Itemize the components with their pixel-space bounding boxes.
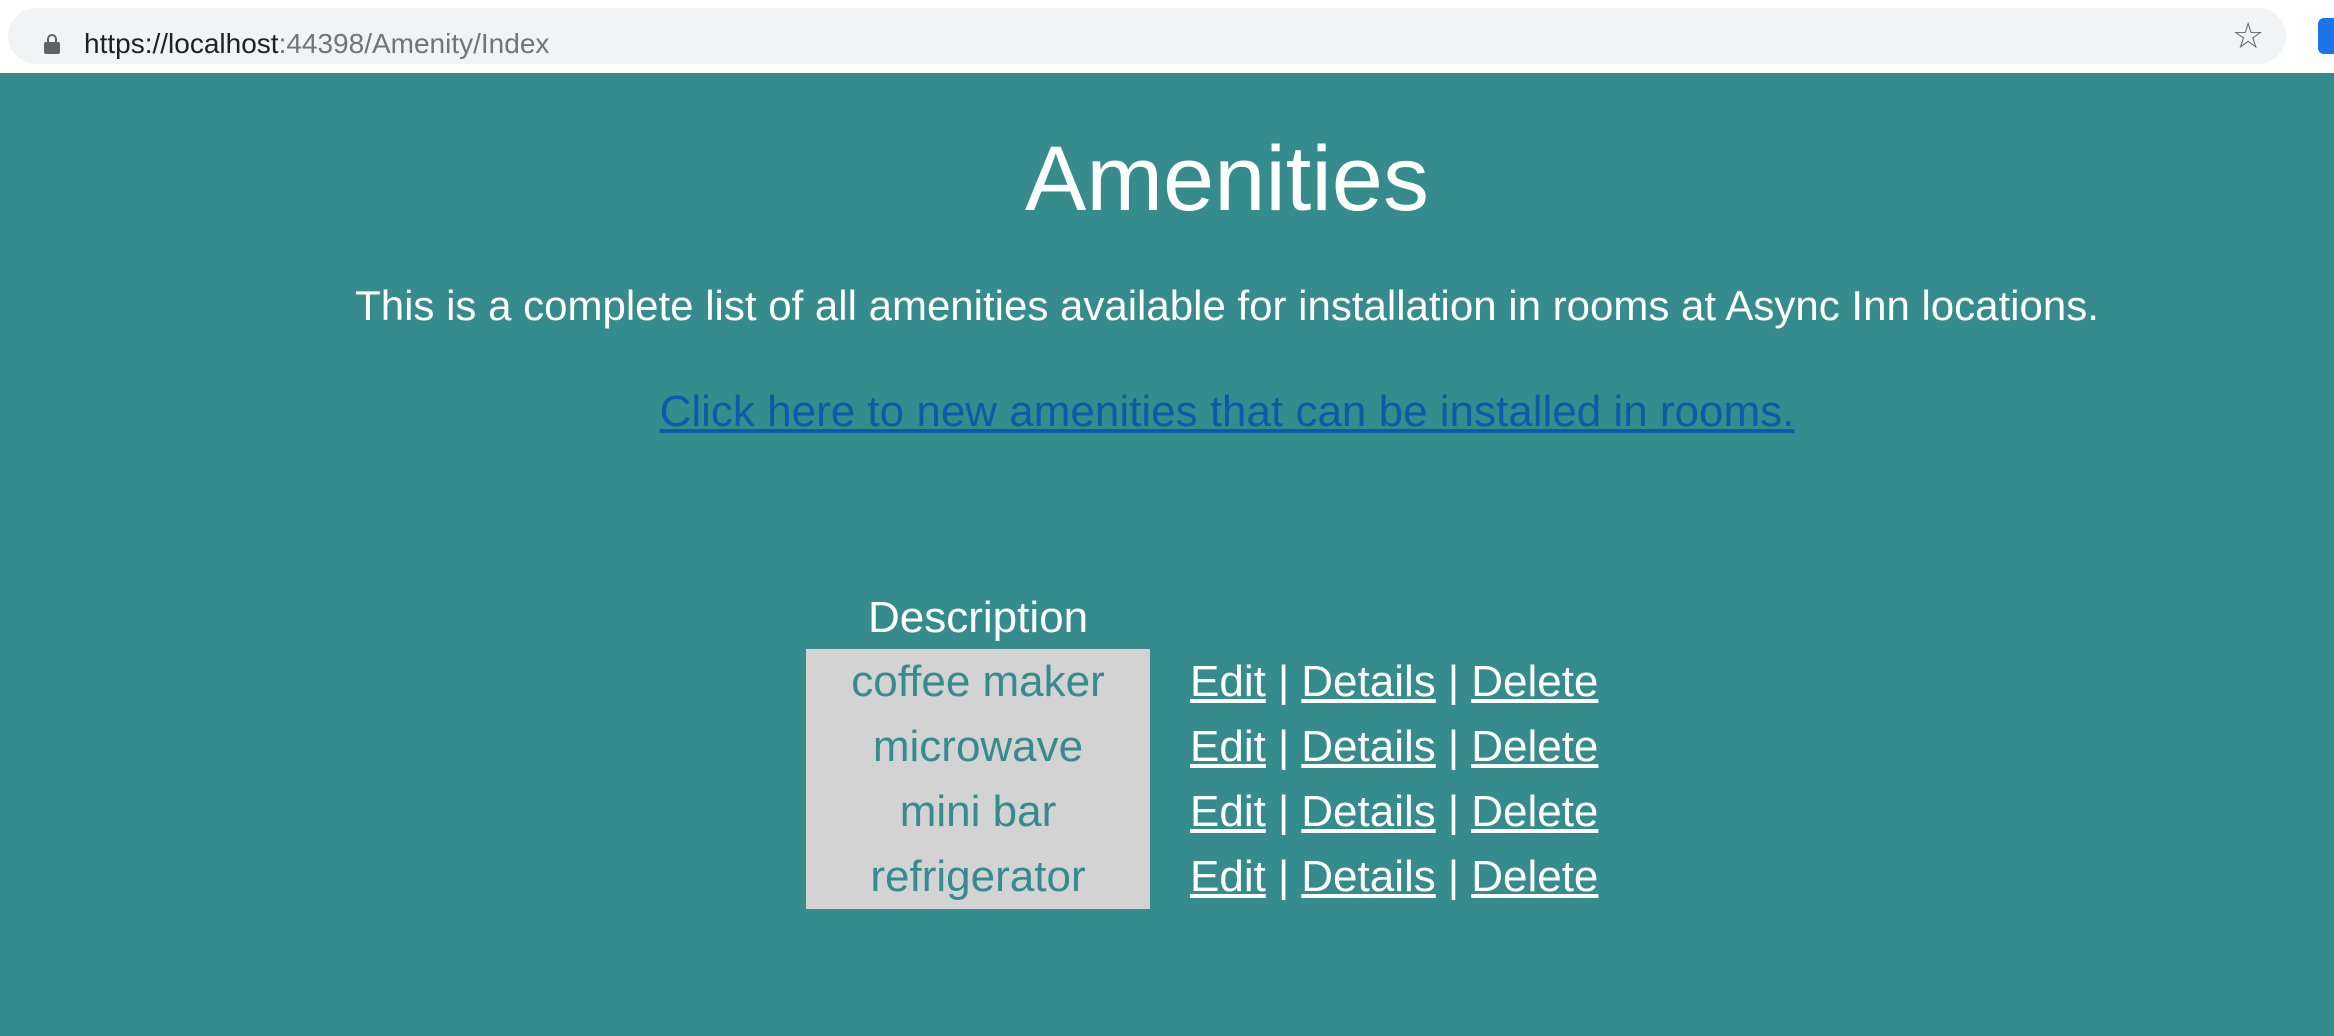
edit-link[interactable]: Edit <box>1190 787 1266 836</box>
edit-link[interactable]: Edit <box>1190 722 1266 771</box>
address-bar[interactable]: https://localhost:44398/Amenity/Index <box>8 8 2286 64</box>
address-url[interactable]: https://localhost:44398/Amenity/Index <box>84 28 549 60</box>
actions-cell: Edit | Details | Delete <box>1150 779 1598 844</box>
delete-link[interactable]: Delete <box>1471 852 1598 901</box>
create-amenity-link-wrapper: Click here to new amenities that can be … <box>0 385 2334 439</box>
separator: | <box>1277 721 1290 771</box>
amenities-table: Description coffee maker Edit | Details | De… <box>806 587 1598 909</box>
description-cell: coffee maker <box>806 649 1150 714</box>
details-link[interactable]: Details <box>1301 722 1436 771</box>
browser-toolbar: https://localhost:44398/Amenity/Index ☆ <box>0 0 2334 73</box>
actions-column-header <box>1150 587 1598 649</box>
separator: | <box>1447 786 1460 836</box>
table-row: mini bar Edit | Details | Delete <box>806 779 1598 844</box>
delete-link[interactable]: Delete <box>1471 657 1598 706</box>
separator: | <box>1447 721 1460 771</box>
details-link[interactable]: Details <box>1301 787 1436 836</box>
description-cell: mini bar <box>806 779 1150 844</box>
extension-icon[interactable] <box>2318 18 2334 54</box>
edit-link[interactable]: Edit <box>1190 657 1266 706</box>
details-link[interactable]: Details <box>1301 657 1436 706</box>
separator: | <box>1277 656 1290 706</box>
table-row: coffee maker Edit | Details | Delete <box>806 649 1598 714</box>
actions-cell: Edit | Details | Delete <box>1150 714 1598 779</box>
separator: | <box>1447 851 1460 901</box>
actions-cell: Edit | Details | Delete <box>1150 649 1598 714</box>
separator: | <box>1447 656 1460 706</box>
intro-text: This is a complete list of all amenities… <box>355 282 2099 329</box>
separator: | <box>1277 786 1290 836</box>
separator: | <box>1277 851 1290 901</box>
details-link[interactable]: Details <box>1301 852 1436 901</box>
description-cell: refrigerator <box>806 844 1150 909</box>
description-column-header: Description <box>867 593 1089 642</box>
edit-link[interactable]: Edit <box>1190 852 1266 901</box>
create-amenity-link[interactable]: Click here to new amenities that can be … <box>660 387 1795 436</box>
table-row: refrigerator Edit | Details | Delete <box>806 844 1598 909</box>
url-path: :44398/Amenity/Index <box>278 28 550 59</box>
lock-icon[interactable] <box>44 34 60 54</box>
url-host: https://localhost <box>84 28 279 59</box>
star-icon[interactable]: ☆ <box>2232 14 2264 58</box>
table-row: microwave Edit | Details | Delete <box>806 714 1598 779</box>
delete-link[interactable]: Delete <box>1471 722 1598 771</box>
description-cell: microwave <box>806 714 1150 779</box>
table-header-row: Description <box>806 587 1598 649</box>
delete-link[interactable]: Delete <box>1471 787 1598 836</box>
page-title: Amenities <box>1025 128 1429 230</box>
actions-cell: Edit | Details | Delete <box>1150 844 1598 909</box>
